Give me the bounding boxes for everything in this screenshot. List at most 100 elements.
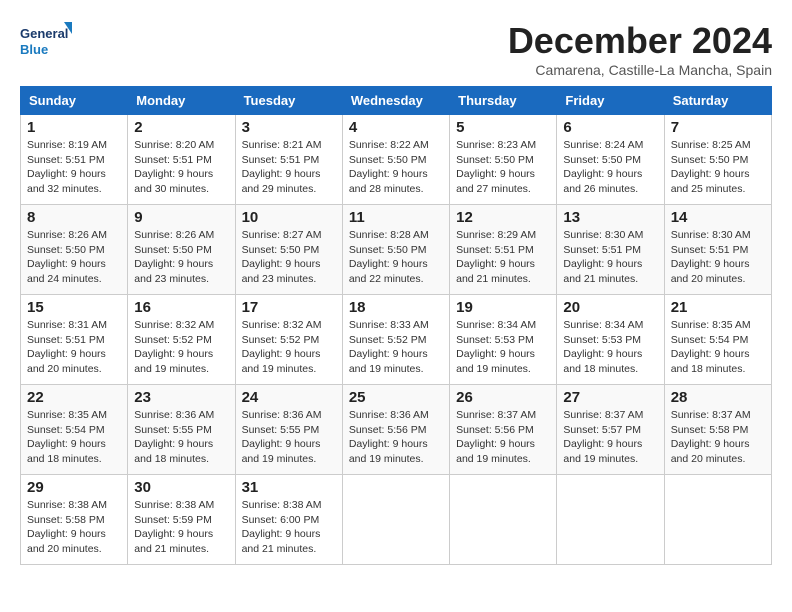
day-info: Sunrise: 8:27 AMSunset: 5:50 PMDaylight:… [242,228,336,287]
table-row: 16 Sunrise: 8:32 AMSunset: 5:52 PMDayligh… [128,295,235,385]
table-row [342,475,449,565]
day-number: 14 [671,209,765,226]
table-row: 5 Sunrise: 8:23 AMSunset: 5:50 PMDaylight… [450,115,557,205]
day-number: 31 [242,479,336,496]
day-info: Sunrise: 8:28 AMSunset: 5:50 PMDaylight:… [349,228,443,287]
day-info: Sunrise: 8:38 AMSunset: 5:59 PMDaylight:… [134,498,228,557]
day-info: Sunrise: 8:38 AMSunset: 5:58 PMDaylight:… [27,498,121,557]
day-info: Sunrise: 8:29 AMSunset: 5:51 PMDaylight:… [456,228,550,287]
calendar-week-row: 1Sunrise: 8:19 AMSunset: 5:51 PMDaylight… [21,115,772,205]
table-row: 18Sunrise: 8:33 AMSunset: 5:52 PMDayligh… [342,295,449,385]
day-number: 7 [671,119,765,136]
table-row: 3Sunrise: 8:21 AMSunset: 5:51 PMDaylight… [235,115,342,205]
day-number: 12 [456,209,550,226]
day-number: 29 [27,479,121,496]
table-row: 15 Sunrise: 8:31 AMSunset: 5:51 PMDayligh… [21,295,128,385]
table-row: 4 Sunrise: 8:22 AMSunset: 5:50 PMDaylight… [342,115,449,205]
logo: General Blue [20,20,72,64]
day-number: 3 [242,119,336,136]
calendar-week-row: 15 Sunrise: 8:31 AMSunset: 5:51 PMDayligh… [21,295,772,385]
day-info: Sunrise: 8:32 AMSunset: 5:52 PMDaylight:… [134,318,228,377]
day-info: Sunrise: 8:36 AMSunset: 5:56 PMDaylight:… [349,408,443,467]
day-number: 24 [242,389,336,406]
day-number: 16 [134,299,228,316]
col-monday: Monday [128,87,235,115]
svg-text:General: General [20,26,68,41]
calendar-week-row: 22 Sunrise: 8:35 AMSunset: 5:54 PMDayligh… [21,385,772,475]
day-number: 4 [349,119,443,136]
table-row: 25 Sunrise: 8:36 AMSunset: 5:56 PMDayligh… [342,385,449,475]
table-row: 9 Sunrise: 8:26 AMSunset: 5:50 PMDaylight… [128,205,235,295]
table-row: 23 Sunrise: 8:36 AMSunset: 5:55 PMDayligh… [128,385,235,475]
calendar-header-row: Sunday Monday Tuesday Wednesday Thursday… [21,87,772,115]
day-info: Sunrise: 8:30 AMSunset: 5:51 PMDaylight:… [671,228,765,287]
day-number: 22 [27,389,121,406]
table-row: 31 Sunrise: 8:38 AMSunset: 6:00 PMDayligh… [235,475,342,565]
table-row: 20 Sunrise: 8:34 AMSunset: 5:53 PMDayligh… [557,295,664,385]
month-title: December 2024 [508,20,772,62]
table-row: 26Sunrise: 8:37 AMSunset: 5:56 PMDayligh… [450,385,557,475]
day-info: Sunrise: 8:38 AMSunset: 6:00 PMDaylight:… [242,498,336,557]
title-area: December 2024 Camarena, Castille-La Manc… [508,20,772,78]
day-number: 21 [671,299,765,316]
day-number: 5 [456,119,550,136]
day-number: 23 [134,389,228,406]
day-number: 28 [671,389,765,406]
calendar-table: Sunday Monday Tuesday Wednesday Thursday… [20,86,772,565]
table-row [664,475,771,565]
day-info: Sunrise: 8:30 AMSunset: 5:51 PMDaylight:… [563,228,657,287]
table-row: 6 Sunrise: 8:24 AMSunset: 5:50 PMDaylight… [557,115,664,205]
day-info: Sunrise: 8:37 AMSunset: 5:57 PMDaylight:… [563,408,657,467]
day-number: 9 [134,209,228,226]
day-info: Sunrise: 8:25 AMSunset: 5:50 PMDaylight:… [671,138,765,197]
day-info: Sunrise: 8:23 AMSunset: 5:50 PMDaylight:… [456,138,550,197]
day-info: Sunrise: 8:20 AMSunset: 5:51 PMDaylight:… [134,138,228,197]
day-number: 1 [27,119,121,136]
day-info: Sunrise: 8:36 AMSunset: 5:55 PMDaylight:… [134,408,228,467]
day-info: Sunrise: 8:34 AMSunset: 5:53 PMDaylight:… [456,318,550,377]
table-row: 10 Sunrise: 8:27 AMSunset: 5:50 PMDayligh… [235,205,342,295]
day-info: Sunrise: 8:26 AMSunset: 5:50 PMDaylight:… [134,228,228,287]
day-number: 19 [456,299,550,316]
day-number: 20 [563,299,657,316]
header-area: General Blue December 2024 Camarena, Cas… [20,20,772,78]
calendar-week-row: 8 Sunrise: 8:26 AMSunset: 5:50 PMDaylight… [21,205,772,295]
col-thursday: Thursday [450,87,557,115]
day-info: Sunrise: 8:31 AMSunset: 5:51 PMDaylight:… [27,318,121,377]
location: Camarena, Castille-La Mancha, Spain [508,62,772,78]
day-info: Sunrise: 8:37 AMSunset: 5:58 PMDaylight:… [671,408,765,467]
table-row: 14 Sunrise: 8:30 AMSunset: 5:51 PMDayligh… [664,205,771,295]
col-friday: Friday [557,87,664,115]
day-number: 27 [563,389,657,406]
day-info: Sunrise: 8:22 AMSunset: 5:50 PMDaylight:… [349,138,443,197]
table-row: 22 Sunrise: 8:35 AMSunset: 5:54 PMDayligh… [21,385,128,475]
day-number: 10 [242,209,336,226]
table-row [450,475,557,565]
day-number: 13 [563,209,657,226]
day-info: Sunrise: 8:24 AMSunset: 5:50 PMDaylight:… [563,138,657,197]
table-row: 19 Sunrise: 8:34 AMSunset: 5:53 PMDayligh… [450,295,557,385]
table-row: 27 Sunrise: 8:37 AMSunset: 5:57 PMDayligh… [557,385,664,475]
col-sunday: Sunday [21,87,128,115]
day-info: Sunrise: 8:36 AMSunset: 5:55 PMDaylight:… [242,408,336,467]
day-number: 30 [134,479,228,496]
day-number: 15 [27,299,121,316]
day-info: Sunrise: 8:37 AMSunset: 5:56 PMDaylight:… [456,408,550,467]
table-row: 2 Sunrise: 8:20 AMSunset: 5:51 PMDaylight… [128,115,235,205]
day-info: Sunrise: 8:34 AMSunset: 5:53 PMDaylight:… [563,318,657,377]
day-info: Sunrise: 8:35 AMSunset: 5:54 PMDaylight:… [671,318,765,377]
day-info: Sunrise: 8:35 AMSunset: 5:54 PMDaylight:… [27,408,121,467]
day-number: 2 [134,119,228,136]
calendar-week-row: 29 Sunrise: 8:38 AMSunset: 5:58 PMDayligh… [21,475,772,565]
day-info: Sunrise: 8:33 AMSunset: 5:52 PMDaylight:… [349,318,443,377]
table-row: 29 Sunrise: 8:38 AMSunset: 5:58 PMDayligh… [21,475,128,565]
table-row: 30 Sunrise: 8:38 AMSunset: 5:59 PMDayligh… [128,475,235,565]
table-row: 11 Sunrise: 8:28 AMSunset: 5:50 PMDayligh… [342,205,449,295]
day-number: 6 [563,119,657,136]
day-info: Sunrise: 8:26 AMSunset: 5:50 PMDaylight:… [27,228,121,287]
day-number: 25 [349,389,443,406]
day-info: Sunrise: 8:32 AMSunset: 5:52 PMDaylight:… [242,318,336,377]
day-number: 17 [242,299,336,316]
day-number: 8 [27,209,121,226]
day-number: 11 [349,209,443,226]
